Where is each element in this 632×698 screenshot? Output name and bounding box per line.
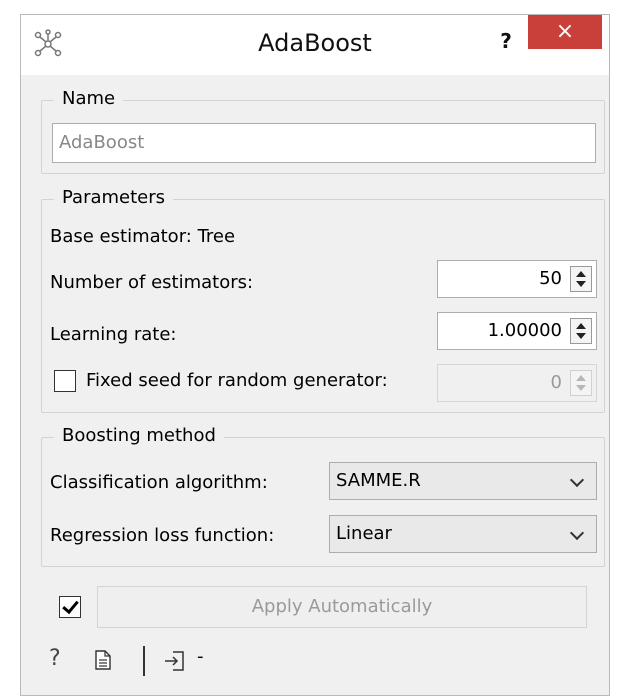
help-icon[interactable]: ?: [49, 646, 61, 671]
seed-stepper-icon[interactable]: [570, 370, 592, 396]
chevron-down-icon: [569, 472, 585, 488]
n-estimators-label: Number of estimators:: [50, 272, 254, 293]
boosting-method-group-title: Boosting method: [54, 425, 224, 446]
name-group: Name AdaBoost: [41, 88, 605, 174]
status-text: -: [197, 646, 204, 667]
fixed-seed-checkbox[interactable]: [54, 370, 76, 392]
help-button[interactable]: ?: [489, 23, 523, 59]
status-divider: [143, 646, 145, 676]
classification-algorithm-value: SAMME.R: [336, 470, 421, 491]
parameters-group: Parameters Base estimator: Tree Number o…: [41, 187, 605, 413]
adaboost-window: AdaBoost ? × Name AdaBoost Parameters Ba…: [20, 14, 610, 696]
classification-algorithm-label: Classification algorithm:: [50, 472, 268, 493]
classification-algorithm-select[interactable]: SAMME.R: [329, 462, 597, 500]
title-bar: AdaBoost ? ×: [21, 15, 609, 75]
report-icon[interactable]: [95, 650, 111, 670]
regression-loss-value: Linear: [336, 523, 392, 544]
seed-spinbox[interactable]: 0: [437, 364, 597, 402]
close-button[interactable]: ×: [528, 15, 602, 49]
fixed-seed-label[interactable]: Fixed seed for random generator:: [86, 370, 388, 391]
learning-rate-stepper-icon[interactable]: [570, 318, 592, 344]
seed-value: 0: [550, 372, 562, 393]
parameters-group-title: Parameters: [54, 187, 174, 208]
regression-loss-label: Regression loss function:: [50, 525, 275, 546]
base-estimator-label: Base estimator: Tree: [50, 226, 236, 247]
n-estimators-spinbox[interactable]: 50: [437, 260, 597, 298]
name-input[interactable]: AdaBoost: [52, 123, 596, 163]
boosting-method-group: Boosting method Classification algorithm…: [41, 425, 605, 567]
name-group-title: Name: [54, 88, 124, 109]
regression-loss-select[interactable]: Linear: [329, 515, 597, 553]
input-signal-icon[interactable]: [163, 650, 185, 672]
n-estimators-value: 50: [539, 268, 562, 289]
learning-rate-label: Learning rate:: [50, 324, 177, 345]
learning-rate-spinbox[interactable]: 1.00000: [437, 312, 597, 350]
chevron-down-icon: [569, 525, 585, 541]
n-estimators-stepper-icon[interactable]: [570, 266, 592, 292]
learning-rate-value: 1.00000: [487, 320, 562, 341]
apply-button[interactable]: Apply Automatically: [97, 586, 587, 628]
apply-automatically-checkbox[interactable]: [59, 596, 81, 618]
